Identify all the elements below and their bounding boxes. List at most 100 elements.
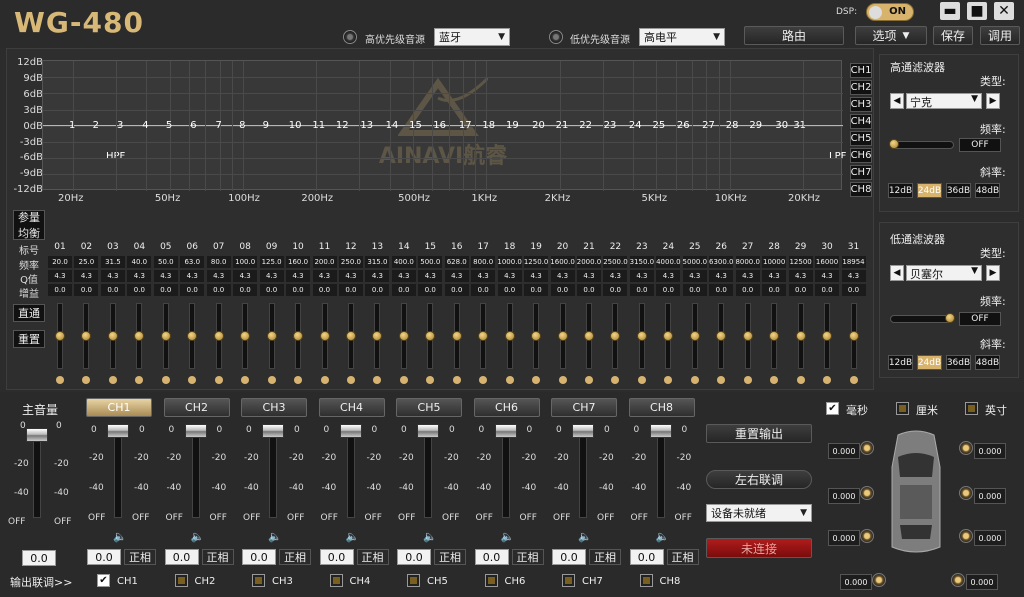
gain-cell[interactable]: 0.0 [656, 284, 681, 296]
freq-cell[interactable]: 63.0 [180, 256, 205, 268]
phase-button[interactable]: 正相 [356, 549, 389, 565]
load-button[interactable]: 调用 [980, 26, 1020, 45]
lp-slope-36dB[interactable]: 36dB [946, 355, 971, 370]
channel-fader-knob[interactable] [417, 424, 439, 438]
gain-cell[interactable]: 0.0 [788, 284, 813, 296]
phase-button[interactable]: 正相 [666, 549, 699, 565]
eq-channel-ch6[interactable]: CH6 [850, 148, 872, 163]
channel-fader-track[interactable] [269, 428, 277, 518]
gain-cell[interactable]: 0.0 [391, 284, 416, 296]
maximize-button[interactable]: ■ [967, 2, 987, 20]
speaker-mute-icon[interactable]: 🔈 [113, 530, 127, 543]
freq-cell[interactable]: 12500 [788, 256, 813, 268]
freq-cell[interactable]: 80.0 [206, 256, 231, 268]
band-marker[interactable]: 20 [532, 120, 545, 131]
q-cell[interactable]: 4.3 [233, 270, 258, 282]
delay-value[interactable]: 0.000 [840, 574, 872, 590]
lp-freq-knob[interactable] [945, 313, 955, 323]
q-cell[interactable]: 4.3 [180, 270, 205, 282]
band-marker[interactable]: 19 [506, 120, 519, 131]
channel-tab-ch4[interactable]: CH4 [318, 398, 385, 417]
q-cell[interactable]: 4.3 [815, 270, 840, 282]
speaker-mute-icon[interactable]: 🔈 [501, 530, 515, 543]
freq-cell[interactable]: 100.0 [233, 256, 258, 268]
channel-fader-knob[interactable] [184, 424, 207, 438]
q-cell[interactable]: 4.3 [48, 270, 72, 282]
channel-fader-knob[interactable] [572, 424, 594, 438]
channel-fader-knob[interactable] [494, 424, 517, 438]
gain-cell[interactable]: 0.0 [206, 284, 231, 296]
band-marker[interactable]: 30 [775, 120, 788, 131]
band-marker[interactable]: 25 [652, 120, 665, 131]
freq-cell[interactable]: 800.0 [471, 256, 496, 268]
hp-slope-24dB[interactable]: 24dB [917, 183, 942, 198]
gain-slider-knob[interactable] [504, 331, 515, 341]
freq-cell[interactable]: 31.5 [100, 256, 125, 268]
eq-mode-toggle[interactable]: 参量 均衡 [13, 210, 45, 240]
delay-value[interactable]: 0.000 [974, 488, 1006, 504]
channel-fader-track[interactable] [579, 428, 587, 518]
q-cell[interactable]: 4.3 [656, 270, 681, 282]
gain-cell[interactable]: 0.0 [286, 284, 311, 296]
save-button[interactable]: 保存 [933, 26, 973, 45]
gain-cell[interactable]: 0.0 [762, 284, 787, 296]
channel-volume-value[interactable]: 0.0 [319, 549, 354, 565]
gain-slider-knob[interactable] [451, 331, 462, 341]
q-cell[interactable]: 4.3 [682, 270, 707, 282]
channel-fader-track[interactable] [191, 428, 200, 518]
channel-tab-ch7[interactable]: CH7 [551, 398, 617, 417]
speaker-position-icon[interactable] [860, 441, 874, 455]
q-cell[interactable]: 4.3 [841, 270, 866, 282]
master-volume-value[interactable]: 0.0 [22, 550, 56, 566]
gain-cell[interactable]: 0.0 [127, 284, 152, 296]
lr-link-button[interactable]: 左右联调 [706, 470, 812, 489]
freq-cell[interactable]: 50.0 [153, 256, 178, 268]
band-marker[interactable]: 3 [117, 120, 123, 131]
gain-slider-knob[interactable] [55, 331, 65, 341]
delay-value[interactable]: 0.000 [828, 443, 860, 459]
freq-cell[interactable]: 1600.0 [550, 256, 575, 268]
gain-cell[interactable]: 0.0 [841, 284, 866, 296]
hp-type-select[interactable]: 宁克 ▼ [906, 93, 982, 109]
freq-cell[interactable]: 160.0 [286, 256, 311, 268]
gain-cell[interactable]: 0.0 [444, 284, 469, 296]
q-cell[interactable]: 4.3 [286, 270, 311, 282]
connect-button[interactable]: 未连接 [706, 538, 812, 558]
gain-cell[interactable]: 0.0 [312, 284, 337, 296]
gain-slider-knob[interactable] [319, 331, 330, 341]
gain-slider-knob[interactable] [795, 331, 806, 341]
speaker-position-icon[interactable] [959, 441, 973, 455]
delay-value[interactable]: 0.000 [828, 488, 860, 504]
delay-unit-checkbox[interactable]: ✔ [826, 402, 839, 415]
channel-volume-value[interactable]: 0.0 [242, 549, 276, 565]
freq-cell[interactable]: 16000 [815, 256, 840, 268]
channel-tab-ch1[interactable]: CH1 [86, 398, 152, 417]
master-fader-knob[interactable] [26, 428, 48, 442]
q-cell[interactable]: 4.3 [100, 270, 125, 282]
freq-cell[interactable]: 6300.0 [709, 256, 734, 268]
q-cell[interactable]: 4.3 [153, 270, 178, 282]
channel-volume-value[interactable]: 0.0 [397, 549, 431, 565]
phase-button[interactable]: 正相 [279, 549, 311, 565]
gain-slider-knob[interactable] [213, 331, 224, 341]
gain-cell[interactable]: 0.0 [682, 284, 707, 296]
speaker-position-icon[interactable] [951, 573, 965, 587]
gain-slider-knob[interactable] [345, 331, 356, 341]
q-cell[interactable]: 4.3 [550, 270, 575, 282]
gain-cell[interactable]: 0.0 [74, 284, 99, 296]
low-priority-select[interactable]: 高电平 ▼ [639, 28, 725, 46]
freq-cell[interactable]: 400.0 [391, 256, 416, 268]
freq-cell[interactable]: 25.0 [74, 256, 99, 268]
channel-fader-knob[interactable] [649, 424, 672, 438]
output-link-checkbox[interactable] [407, 574, 420, 587]
q-cell[interactable]: 4.3 [74, 270, 99, 282]
band-marker[interactable]: 10 [289, 120, 302, 131]
freq-cell[interactable]: 628.0 [444, 256, 469, 268]
eq-reset-button[interactable]: 重置 [13, 330, 45, 348]
gain-slider-knob[interactable] [266, 331, 277, 341]
band-marker[interactable]: 24 [629, 120, 642, 131]
route-button[interactable]: 路由 [744, 26, 844, 45]
channel-tab-ch2[interactable]: CH2 [163, 398, 230, 417]
gain-cell[interactable]: 0.0 [524, 284, 549, 296]
freq-cell[interactable]: 1000.0 [497, 256, 522, 268]
